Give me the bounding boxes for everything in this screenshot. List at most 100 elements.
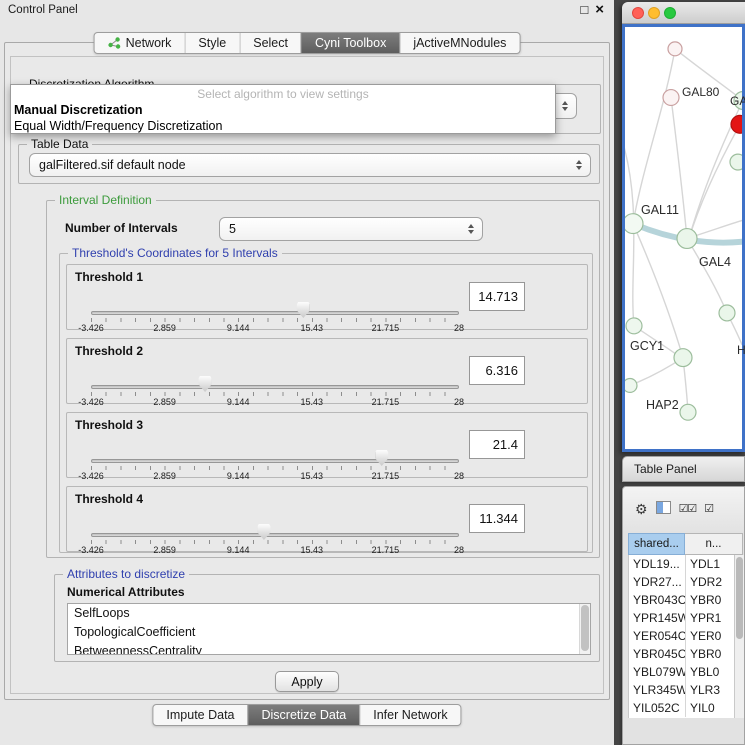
network-node-hap2[interactable] <box>680 404 696 420</box>
table-data-group: Table Data galFiltered.sif default node <box>18 144 600 184</box>
table-row[interactable]: YBR043CYBR0 <box>629 591 735 609</box>
scale-label: 15.43 <box>301 545 324 555</box>
slider-scale: -3.4262.8599.14415.4321.71528 <box>91 323 459 333</box>
threshold-2-value-field[interactable]: 6.316 <box>469 356 525 385</box>
number-of-intervals-label: Number of Intervals <box>65 221 178 235</box>
table-cell-name: YIL0 <box>686 699 735 717</box>
tab-label: Select <box>253 36 288 50</box>
tab-discretize-data[interactable]: Discretize Data <box>248 705 360 725</box>
table-row[interactable]: YBR045CYBR0 <box>629 645 735 663</box>
attribute-item[interactable]: BetweennessCentrality <box>68 642 590 655</box>
table-row[interactable]: YBL079WYBL0 <box>629 663 735 681</box>
tab-infer-network[interactable]: Infer Network <box>359 705 460 725</box>
scale-label: 28 <box>454 471 464 481</box>
tab-network[interactable]: Network <box>95 33 185 53</box>
column-selector-icon[interactable] <box>656 501 671 517</box>
attribute-item[interactable]: TopologicalCoefficient <box>68 623 590 642</box>
table-row[interactable]: YPR145WYPR1 <box>629 609 735 627</box>
combobox-arrows-icon <box>556 101 574 111</box>
table-panel-header[interactable]: Table Panel <box>622 456 745 482</box>
table-row[interactable]: YDR27...YDR2 <box>629 573 735 591</box>
network-node[interactable] <box>668 42 682 56</box>
slider-thumb[interactable] <box>199 376 212 392</box>
slider-thumb[interactable] <box>297 302 310 318</box>
table-cell-shared: YLR345W <box>629 681 686 699</box>
scale-label: 28 <box>454 397 464 407</box>
scrollbar-thumb[interactable] <box>581 605 589 651</box>
float-window-icon[interactable]: □ <box>580 2 588 18</box>
slider-scale: -3.4262.8599.14415.4321.71528 <box>91 397 459 407</box>
threshold-2-label: Threshold 2 <box>75 344 143 358</box>
network-node[interactable] <box>719 305 735 321</box>
tab-style[interactable]: Style <box>184 33 239 53</box>
threshold-4-label: Threshold 4 <box>75 492 143 506</box>
table-cell-shared: YPR145W <box>629 609 686 627</box>
slider-scale: -3.4262.8599.14415.4321.71528 <box>91 471 459 481</box>
tab-impute-data[interactable]: Impute Data <box>153 705 247 725</box>
network-node-gcy1[interactable] <box>626 318 642 334</box>
table-cell-name: YBR0 <box>686 591 735 609</box>
attributes-group-title: Attributes to discretize <box>63 567 189 581</box>
slider-ticks <box>91 466 459 470</box>
threshold-3-slider[interactable]: -3.4262.8599.14415.4321.71528 <box>91 449 459 479</box>
close-traffic-light-icon[interactable] <box>632 7 644 19</box>
threshold-4-panel: Threshold 4 -3.4262.8599.14415.4321.7152… <box>66 486 588 552</box>
numerical-attributes-list[interactable]: SelfLoopsTopologicalCoefficientBetweenne… <box>67 603 591 655</box>
table-scrollbar[interactable] <box>734 555 744 718</box>
column-header-name[interactable]: n... <box>685 533 743 555</box>
threshold-2-slider[interactable]: -3.4262.8599.14415.4321.71528 <box>91 375 459 405</box>
dropdown-option-equal-width[interactable]: Equal Width/Frequency Discretization <box>11 118 555 134</box>
number-of-intervals-combobox[interactable]: 5 <box>219 217 483 241</box>
threshold-1-panel: Threshold 1 -3.4262.8599.14415.4321.7152… <box>66 264 588 330</box>
threshold-4-value-field[interactable]: 11.344 <box>469 504 525 533</box>
table-row[interactable]: YLR345WYLR3 <box>629 681 735 699</box>
scale-label: 2.859 <box>153 323 176 333</box>
zoom-traffic-light-icon[interactable] <box>664 7 676 19</box>
attribute-item[interactable]: SelfLoops <box>68 604 590 623</box>
select-checkbox-icon[interactable]: ☑ <box>704 501 713 517</box>
tab-select[interactable]: Select <box>239 33 301 53</box>
attributes-list-scrollbar[interactable] <box>579 604 590 654</box>
control-panel: Control Panel □ × Network <box>0 0 614 745</box>
slider-scale: -3.4262.8599.14415.4321.71528 <box>91 545 459 555</box>
slider-thumb[interactable] <box>257 524 270 540</box>
table-settings-gear-icon[interactable]: ⚙ <box>635 501 648 517</box>
dropdown-prompt[interactable]: Select algorithm to view settings <box>11 86 555 102</box>
table-row[interactable]: YDL19...YDL1 <box>629 555 735 573</box>
network-view[interactable]: GAL80 GA GAL11 GAL4 GCY1 H HAP2 <box>622 24 745 452</box>
minimize-traffic-light-icon[interactable] <box>648 7 660 19</box>
threshold-3-value-field[interactable]: 21.4 <box>469 430 525 459</box>
table-cell-name: YER0 <box>686 627 735 645</box>
network-node[interactable] <box>674 349 692 367</box>
slider-ticks <box>91 540 459 544</box>
table-data-group-title: Table Data <box>27 137 92 151</box>
control-panel-title: Control Panel <box>8 4 78 16</box>
tab-jactivemnodules[interactable]: jActiveMNodules <box>399 33 519 53</box>
network-icon <box>108 37 121 49</box>
threshold-1-value-field[interactable]: 14.713 <box>469 282 525 311</box>
tab-cyni-toolbox[interactable]: Cyni Toolbox <box>301 33 399 53</box>
table-cell-shared: YER054C <box>629 627 686 645</box>
tab-label: Cyni Toolbox <box>315 36 386 50</box>
network-node-gal80[interactable] <box>663 90 679 106</box>
close-icon[interactable]: × <box>595 2 604 18</box>
table-row[interactable]: YER054CYER0 <box>629 627 735 645</box>
threshold-3-panel: Threshold 3 -3.4262.8599.14415.4321.7152… <box>66 412 588 478</box>
network-node-gal4[interactable] <box>677 229 697 249</box>
table-data-combobox[interactable]: galFiltered.sif default node <box>29 153 591 177</box>
table-cell-shared: YIL052C <box>629 699 686 717</box>
number-of-intervals-value: 5 <box>220 222 462 236</box>
apply-button[interactable]: Apply <box>275 671 339 692</box>
network-node[interactable] <box>730 154 742 170</box>
column-header-shared[interactable]: shared... <box>628 533 685 555</box>
select-all-checkboxes-icon[interactable]: ☑☑ <box>679 501 697 517</box>
network-window-titlebar[interactable] <box>622 2 745 24</box>
slider-thumb[interactable] <box>375 450 388 466</box>
table-row[interactable]: YIL052CYIL0 <box>629 699 735 717</box>
network-node-selected-red[interactable] <box>731 115 742 133</box>
threshold-1-slider[interactable]: -3.4262.8599.14415.4321.71528 <box>91 301 459 331</box>
dropdown-option-manual-discretization[interactable]: Manual Discretization <box>11 102 555 118</box>
network-node[interactable] <box>625 379 637 393</box>
scrollbar-thumb[interactable] <box>736 557 743 639</box>
threshold-4-slider[interactable]: -3.4262.8599.14415.4321.71528 <box>91 523 459 553</box>
